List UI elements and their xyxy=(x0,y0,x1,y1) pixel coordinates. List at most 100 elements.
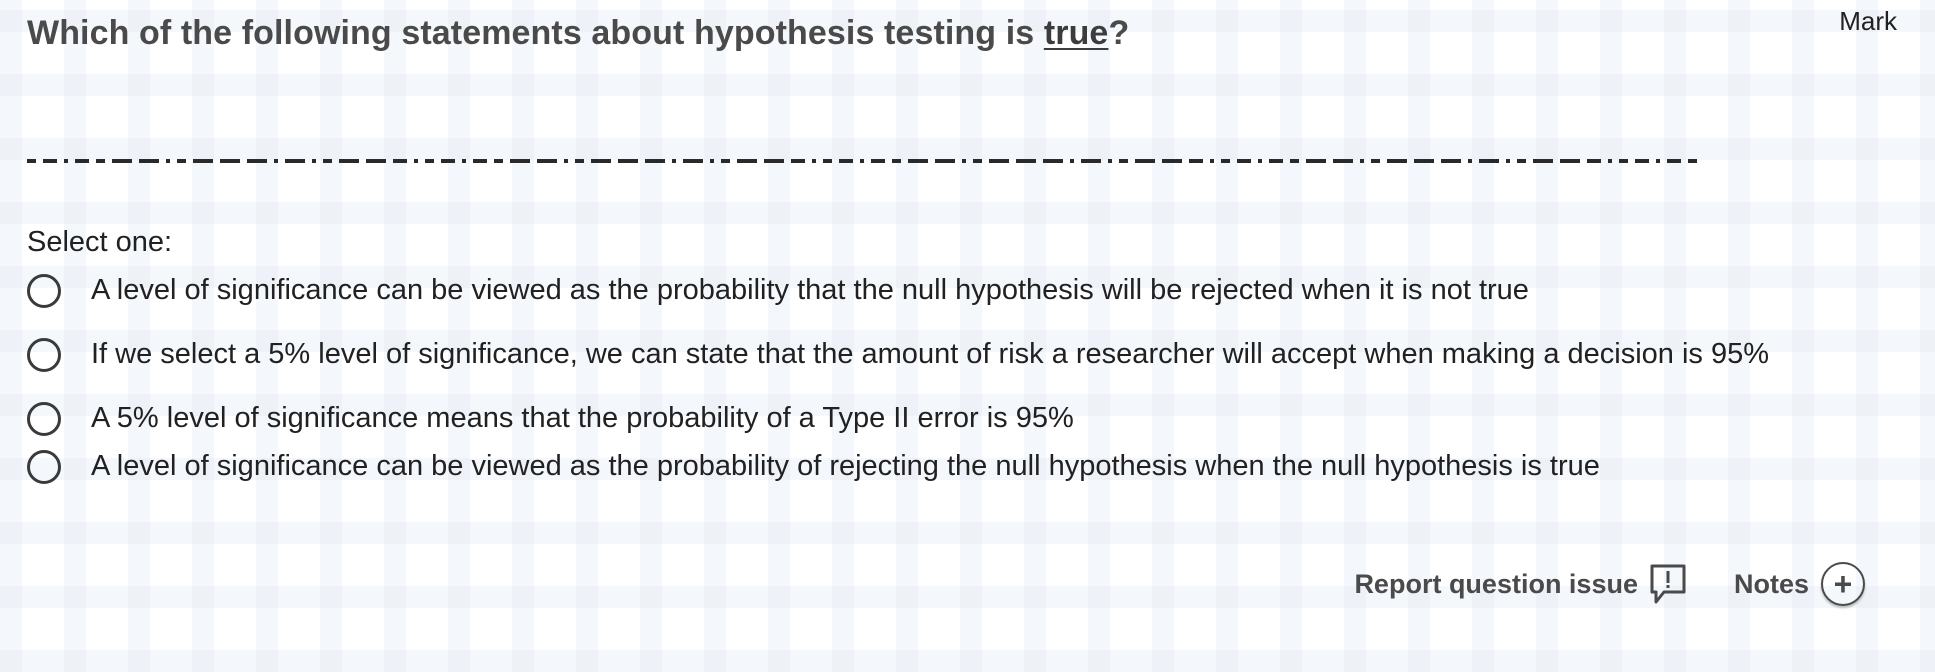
dash-segment xyxy=(473,159,487,163)
dash-segment xyxy=(1656,159,1660,163)
dash-segment xyxy=(1360,159,1364,163)
notes-button[interactable]: Notes + xyxy=(1734,562,1865,606)
dash-segment xyxy=(166,159,170,163)
dash-segment xyxy=(462,159,466,163)
question-emphasis: true xyxy=(1043,14,1109,52)
dash-segment xyxy=(1306,159,1326,163)
plus-circle-icon: + xyxy=(1821,562,1865,606)
dash-segment xyxy=(425,159,434,163)
dash-segment xyxy=(1016,159,1036,163)
dash-segment xyxy=(1290,159,1299,163)
dash-segment xyxy=(441,159,455,163)
dash-segment xyxy=(1587,159,1601,163)
dash-segment xyxy=(892,159,901,163)
notes-label: Notes xyxy=(1733,568,1809,599)
dash-segment xyxy=(323,159,332,163)
dash-segment xyxy=(339,159,359,163)
dash-segment xyxy=(1269,159,1283,163)
select-one-label: Select one: xyxy=(27,226,173,258)
dash-segment xyxy=(1479,159,1499,163)
dash-segment xyxy=(683,159,703,163)
dash-segment xyxy=(860,159,864,163)
dash-segment xyxy=(177,159,186,163)
dash-segment xyxy=(96,159,105,163)
dash-segment xyxy=(220,159,240,163)
dash-segment xyxy=(1221,159,1230,163)
dash-segment xyxy=(812,159,816,163)
dash-segment xyxy=(710,159,714,163)
dash-segment xyxy=(247,159,267,163)
mark-label: Mark xyxy=(1839,6,1897,36)
dash-segment xyxy=(139,159,159,163)
dash-segment xyxy=(1688,159,1697,163)
dash-segment xyxy=(791,159,805,163)
answer-option-text: If we select a 5% level of significance,… xyxy=(91,338,1770,370)
answer-option-text: A level of significance can be viewed as… xyxy=(91,450,1600,482)
answer-option-3[interactable]: A 5% level of significance means that th… xyxy=(27,398,1907,438)
dash-segment xyxy=(1043,159,1063,163)
dash-segment xyxy=(1560,159,1580,163)
dash-segment xyxy=(510,159,530,163)
dash-segment xyxy=(1533,159,1553,163)
dash-segment xyxy=(75,159,89,163)
dash-segment xyxy=(1119,159,1128,163)
dash-segment xyxy=(1387,159,1407,163)
dash-segment xyxy=(43,159,57,163)
question-suffix: ? xyxy=(1108,14,1130,52)
dash-segment xyxy=(1506,159,1510,163)
answer-option-4[interactable]: A level of significance can be viewed as… xyxy=(27,446,1907,486)
dash-segment xyxy=(112,159,132,163)
dash-segment xyxy=(564,159,568,163)
report-issue-icon xyxy=(1650,564,1686,604)
answer-option-2[interactable]: If we select a 5% level of significance,… xyxy=(27,334,1907,374)
dash-segment xyxy=(1333,159,1353,163)
dash-segment xyxy=(285,159,305,163)
dash-segment xyxy=(393,159,407,163)
dash-segment xyxy=(935,159,955,163)
dash-segment xyxy=(366,159,386,163)
answer-option-text: A 5% level of significance means that th… xyxy=(91,402,1074,434)
dash-segment xyxy=(1108,159,1112,163)
dash-segment xyxy=(1441,159,1461,163)
dash-segment xyxy=(1070,159,1074,163)
dash-segment xyxy=(1468,159,1472,163)
dash-segment xyxy=(1667,159,1681,163)
radio-button[interactable] xyxy=(27,338,61,372)
dash-segment xyxy=(1135,159,1155,163)
dash-segment xyxy=(989,159,1009,163)
radio-button[interactable] xyxy=(27,450,61,484)
report-question-issue-label: Report question issue xyxy=(1354,568,1638,599)
dash-segment xyxy=(1371,159,1380,163)
dash-segment xyxy=(414,159,418,163)
dash-segment xyxy=(672,159,676,163)
answer-option-1[interactable]: A level of significance can be viewed as… xyxy=(27,270,1907,310)
dash-segment xyxy=(823,159,832,163)
dash-segment xyxy=(871,159,885,163)
dash-segment xyxy=(1162,159,1182,163)
dash-segment xyxy=(645,159,665,163)
dash-segment xyxy=(618,159,638,163)
dash-segment xyxy=(537,159,557,163)
dash-segment xyxy=(1619,159,1628,163)
dash-segment xyxy=(274,159,278,163)
dash-segment xyxy=(1081,159,1101,163)
dash-segment xyxy=(737,159,757,163)
dash-segment xyxy=(1210,159,1214,163)
question-text: Which of the following statements about … xyxy=(27,14,1129,53)
redacted-dash-line xyxy=(27,159,1697,163)
dash-segment xyxy=(1608,159,1612,163)
dash-segment xyxy=(591,159,611,163)
dash-segment xyxy=(962,159,966,163)
report-question-issue-button[interactable]: Report question issue xyxy=(1354,562,1688,606)
dash-segment xyxy=(839,159,853,163)
dash-segment xyxy=(27,159,36,163)
answer-options: A level of significance can be viewed as… xyxy=(27,270,1907,486)
dash-segment xyxy=(908,159,928,163)
radio-button[interactable] xyxy=(27,402,61,436)
dash-segment xyxy=(1517,159,1526,163)
radio-button[interactable] xyxy=(27,274,61,308)
dash-segment xyxy=(1258,159,1262,163)
dash-segment xyxy=(494,159,503,163)
dash-segment xyxy=(312,159,316,163)
dash-segment xyxy=(64,159,68,163)
